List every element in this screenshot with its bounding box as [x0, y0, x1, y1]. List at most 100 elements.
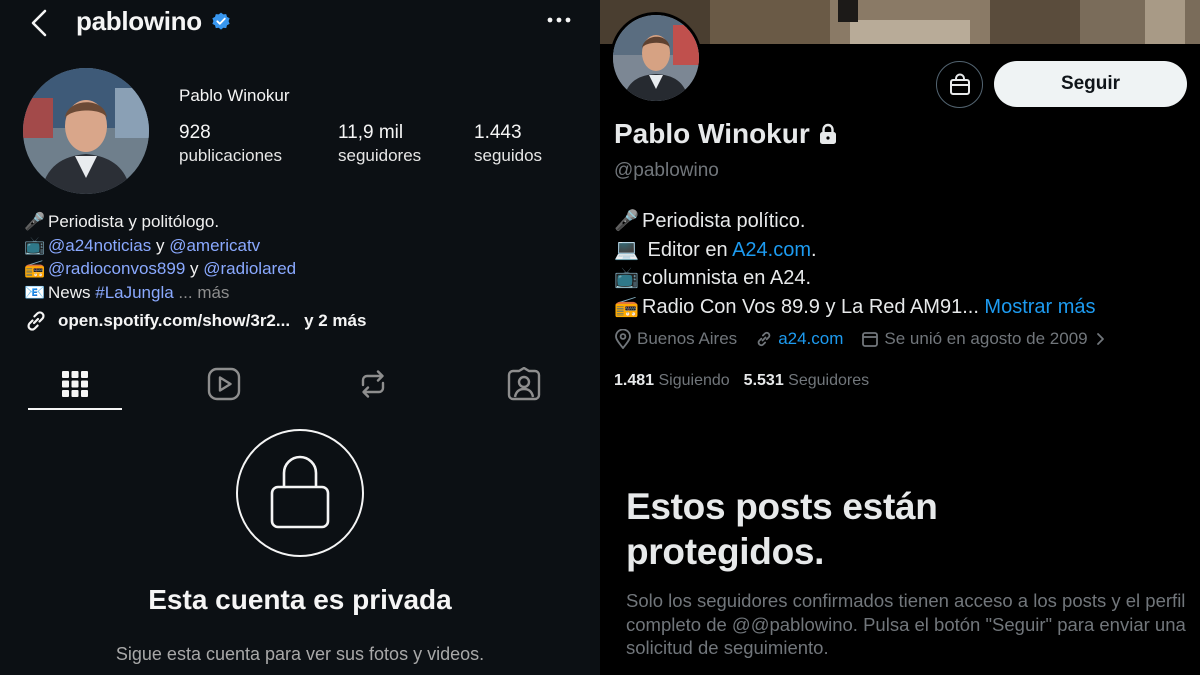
protected-posts-title: Estos posts están protegidos.: [626, 484, 938, 574]
followers-number: 5.531: [743, 372, 784, 389]
laptop-icon: 💻: [614, 238, 639, 261]
bio-line: 📺 @a24noticias y @americatv: [24, 234, 296, 258]
website-link[interactable]: a24.com: [778, 329, 843, 349]
profile-name-row: Pablo Winokur: [614, 118, 838, 150]
reels-icon: [207, 367, 241, 401]
microphone-icon: 🎤: [614, 210, 639, 232]
bio-text: Editor en: [642, 238, 733, 261]
instagram-header: pablowino: [0, 0, 600, 46]
bio-text: y: [185, 259, 204, 278]
tab-tagged[interactable]: [477, 358, 571, 410]
hashtag-link[interactable]: #LaJungla: [95, 283, 173, 302]
bio-text: Radio Con Vos 89.9 y La Red AM91...: [642, 295, 979, 318]
back-chevron-icon[interactable]: [28, 8, 52, 38]
radio-icon: 📻: [24, 259, 46, 278]
avatar-photo: [613, 15, 699, 101]
bio-line: 💻 Editor en A24.com.: [614, 236, 1096, 265]
bio-text: columnista en A24.: [642, 267, 811, 289]
following-number: 1.481: [614, 372, 655, 389]
bio-text: Periodista y politólogo.: [48, 212, 220, 231]
bio-text: Periodista político.: [642, 210, 806, 232]
stat-label: seguidos: [474, 146, 543, 165]
tagged-icon: [507, 367, 541, 401]
bio-line: 🎤 Periodista político.: [614, 207, 1096, 236]
mention-link[interactable]: @radiolared: [203, 259, 296, 278]
follow-button[interactable]: Seguir: [994, 61, 1187, 107]
more-options-icon[interactable]: [546, 12, 572, 28]
location-text: Buenos Aires: [637, 329, 738, 348]
stat-value: 1.443: [474, 122, 522, 143]
protected-title-line: Estos posts están: [626, 486, 938, 527]
tab-posts-grid[interactable]: [28, 358, 122, 410]
avatar-photo: [23, 68, 149, 194]
grid-icon: [62, 371, 88, 397]
link-icon: [757, 331, 771, 347]
profile-username: pablowino: [76, 6, 202, 36]
profile-handle: @pablowino: [614, 160, 719, 181]
profile-full-name: Pablo Winokur: [179, 86, 290, 105]
link-icon: [27, 311, 45, 331]
store-button[interactable]: [936, 61, 983, 108]
stat-label: seguidores: [338, 146, 422, 165]
profile-avatar[interactable]: [23, 68, 149, 194]
profile-bio: 🎤 Periodista y politólogo. 📺 @a24noticias …: [24, 210, 296, 304]
lock-icon: [270, 455, 329, 528]
following-count[interactable]: 1.481 Siguiendo: [614, 372, 730, 389]
chevron-right-icon: [1096, 333, 1104, 345]
calendar-icon: [862, 332, 879, 347]
followers-count[interactable]: 11,9 mil seguidores: [338, 122, 421, 166]
follow-counts: 1.481 Siguiendo 5.531 Seguidores: [614, 372, 869, 390]
radio-icon: 📻: [614, 295, 639, 318]
bio-line: 📧 News #LaJungla ... más: [24, 281, 296, 305]
tab-reels[interactable]: [177, 358, 271, 410]
bio-line: 📻 Radio Con Vos 89.9 y La Red AM91... Mos…: [614, 293, 1096, 322]
profile-website[interactable]: a24.com: [755, 329, 843, 349]
bio-text: News: [48, 282, 96, 302]
location-pin-icon: [615, 329, 631, 349]
following-label: Siguiendo: [654, 372, 730, 389]
stat-value: 928: [179, 122, 211, 143]
profile-avatar[interactable]: [610, 12, 702, 104]
television-icon: 📺: [24, 235, 46, 255]
protected-lock-icon: [819, 123, 836, 144]
joined-text: Se unió en agosto de 2009: [884, 329, 1088, 348]
envelope-icon: 📧: [24, 282, 46, 302]
bio-line: 🎤 Periodista y politólogo.: [24, 210, 296, 234]
bio-line: 📻 @radioconvos899 y @radiolared: [24, 257, 296, 281]
instagram-profile-panel: pablowino Pablo Winokur 928 publicacione…: [0, 0, 600, 675]
external-link-text[interactable]: open.spotify.com/show/3r2...: [58, 311, 290, 331]
bio-more-link[interactable]: ... más: [174, 283, 229, 302]
private-account-lock: [236, 429, 364, 557]
protected-title-line: protegidos.: [626, 531, 825, 572]
profile-bio: 🎤 Periodista político. 💻 Editor en A24.co…: [614, 207, 1096, 321]
bio-text: .: [811, 238, 817, 261]
more-links-text[interactable]: y 2 más: [304, 311, 366, 331]
shopping-bag-icon: [949, 73, 970, 95]
bio-website-link[interactable]: A24.com: [732, 239, 811, 261]
microphone-icon: 🎤: [24, 212, 46, 231]
bio-line: 📺 columnista en A24.: [614, 264, 1096, 293]
posts-count: 928 publicaciones: [179, 122, 282, 166]
profile-meta-row: Buenos Aires a24.com Se unió en agosto d…: [614, 329, 1131, 349]
x-profile-panel: Seguir Pablo Winokur @pablowino 🎤 Periodi…: [600, 0, 1200, 675]
following-count[interactable]: 1.443 seguidos: [474, 122, 542, 166]
private-account-subtitle: Sigue esta cuenta para ver sus fotos y v…: [115, 644, 485, 664]
mention-link[interactable]: @radioconvos899: [48, 259, 185, 278]
followers-label: Seguidores: [783, 372, 870, 389]
mention-link[interactable]: @americatv: [169, 236, 260, 255]
show-more-link[interactable]: Mostrar más: [979, 296, 1095, 318]
profile-display-name: Pablo Winokur: [614, 118, 810, 149]
bio-text: y: [151, 235, 170, 255]
screenshot-comparison: pablowino Pablo Winokur 928 publicacione…: [0, 0, 1200, 675]
reposts-icon: [361, 370, 385, 398]
profile-location: Buenos Aires: [614, 329, 737, 349]
profile-tab-bar: [0, 358, 600, 412]
tab-reposts[interactable]: [326, 358, 420, 410]
active-tab-indicator: [28, 408, 122, 410]
mention-link[interactable]: @a24noticias: [48, 236, 151, 255]
profile-joined-date[interactable]: Se unió en agosto de 2009: [861, 329, 1112, 349]
stat-label: publicaciones: [179, 146, 283, 165]
private-account-title: Esta cuenta es privada: [148, 584, 452, 615]
profile-links[interactable]: open.spotify.com/show/3r2... y 2 más: [24, 309, 366, 333]
followers-count[interactable]: 5.531 Seguidores: [744, 372, 869, 389]
